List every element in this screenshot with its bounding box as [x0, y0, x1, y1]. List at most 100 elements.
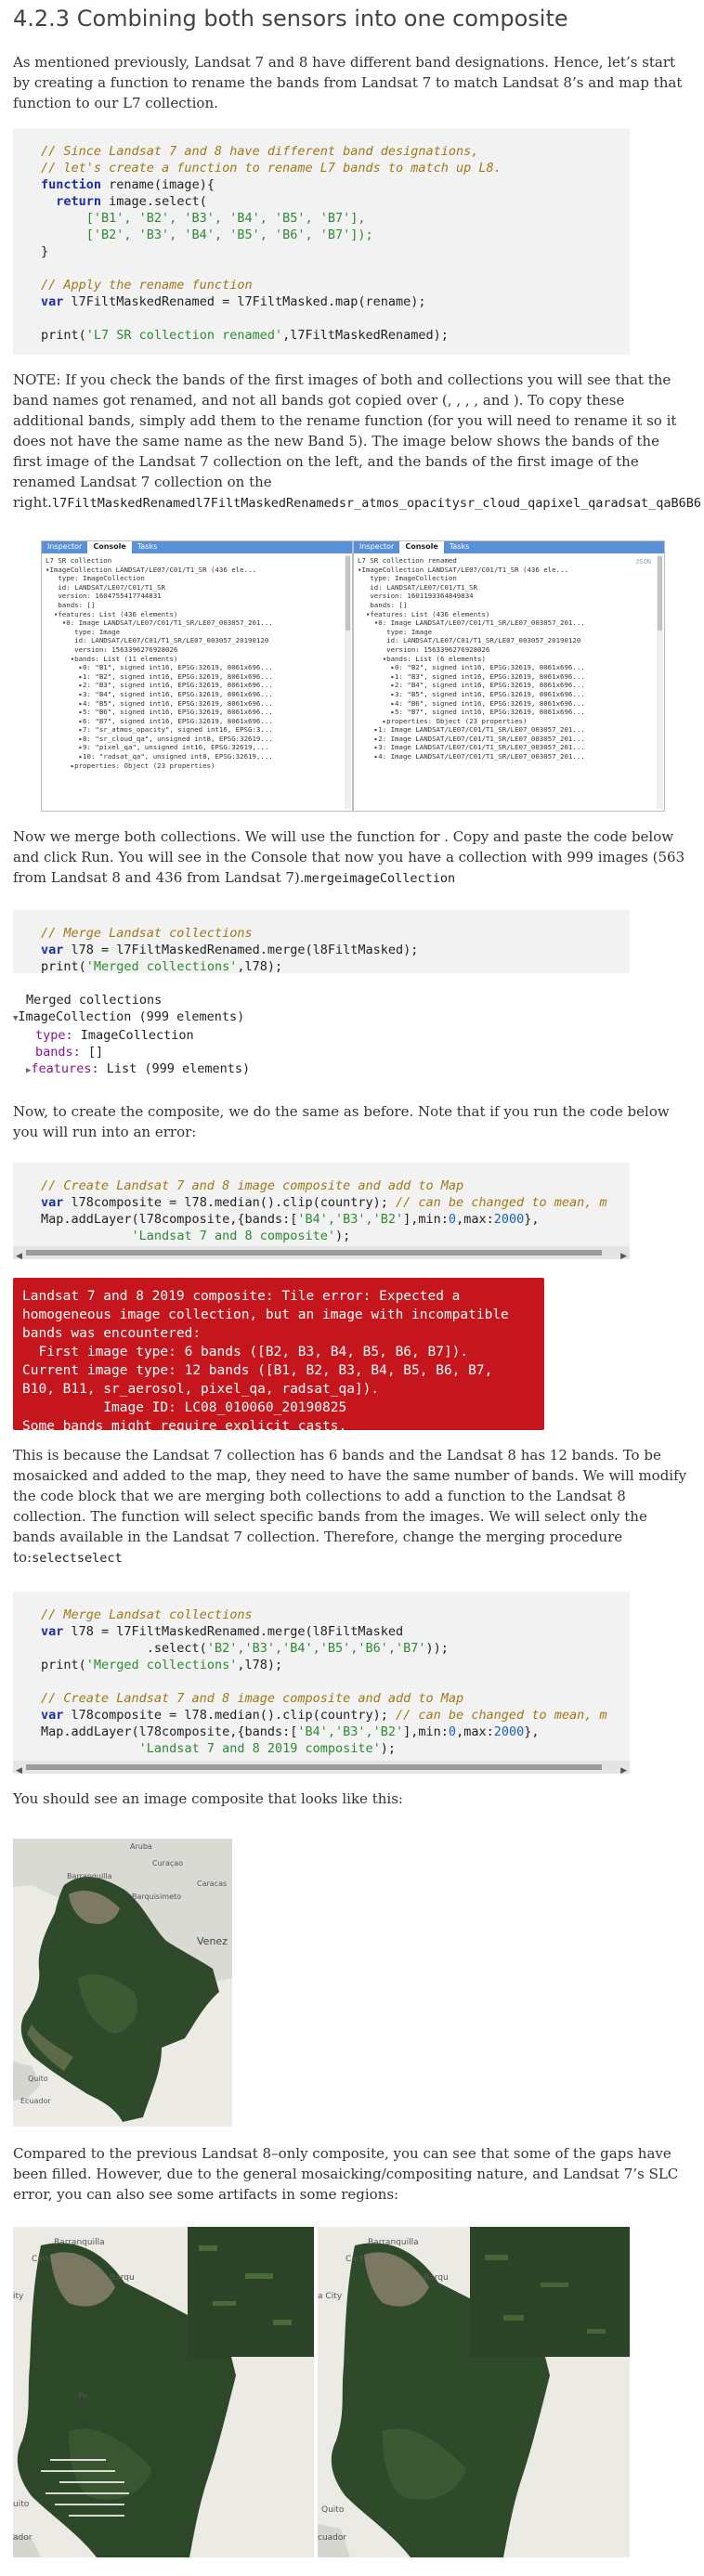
- console-row[interactable]: ▶features: List (999 elements): [13, 1060, 628, 1079]
- code-text: Map.addLayer(l78composite,{bands:[: [41, 1724, 298, 1739]
- console-line: ▸2: "B3", signed int16, EPSG:32619, 8061…: [46, 681, 273, 690]
- horizontal-scrollbar[interactable]: ◀ ▶: [13, 1246, 630, 1259]
- panel-tabs: Inspector Console Tasks: [354, 541, 664, 553]
- map-label: Quito: [321, 2505, 345, 2515]
- map-label: Pe: [78, 2392, 88, 2401]
- code-block-rename[interactable]: // Since Landsat 7 and 8 have different …: [13, 128, 630, 355]
- code-text: l78 = l7FiltMaskedRenamed.merge(l8FiltMa…: [63, 1624, 404, 1639]
- paragraph-explanation: This is because the Landsat 7 collection…: [13, 1445, 691, 1568]
- code-text: },: [524, 1724, 540, 1739]
- code-keyword: var: [41, 1708, 64, 1723]
- code-string: 'Landsat 7 and 8 composite': [131, 1229, 335, 1243]
- json-link[interactable]: JSON: [635, 558, 651, 567]
- scrollbar[interactable]: [345, 554, 351, 809]
- code-comment: // Merge Landsat collections: [41, 1607, 253, 1622]
- tab-inspector[interactable]: Inspector: [42, 541, 87, 553]
- console-line: ▾ImageCollection LANDSAT/LE07/C01/T1_SR …: [46, 565, 256, 574]
- code-block-merge[interactable]: // Merge Landsat collections var l78 = l…: [13, 910, 630, 973]
- code-comment: // Create Landsat 7 and 8 image composit…: [41, 1178, 464, 1193]
- console-line: ▾features: List (436 elements): [358, 609, 490, 618]
- console-line: id: LANDSAT/LE07/C01/T1_SR: [46, 582, 166, 592]
- code-text: ],min:: [403, 1212, 449, 1227]
- scrollbar-thumb[interactable]: [345, 556, 350, 631]
- code-string: 'L7 SR collection renamed': [85, 328, 283, 343]
- console-line: ▸10: "radsat_qa", unsigned int8, EPSG:32…: [46, 752, 273, 761]
- console-line: ▸0: "B2", signed int16, EPSG:32619, 8061…: [358, 663, 585, 672]
- console-line: ▸4: "B6", signed int16, EPSG:32619, 8061…: [358, 698, 585, 708]
- tab-tasks[interactable]: Tasks: [132, 541, 163, 553]
- console-line: ▸8: "sr_cloud_qa", unsigned int8, EPSG:3…: [46, 734, 273, 743]
- code-text: l78composite = l78.median().clip(country…: [63, 1708, 397, 1723]
- map-label: Barranquilla: [368, 2238, 419, 2247]
- console-line: ▾bands: List (11 elements): [46, 654, 178, 663]
- console-line: version: 1604755417744831: [46, 592, 162, 601]
- console-line: ▸0: "B1", signed int16, EPSG:32619, 8061…: [46, 663, 273, 672]
- console-row: bands: []: [13, 1044, 628, 1060]
- console-line: ▸1: Image LANDSAT/LE07/C01/T1_SR/LE07_00…: [358, 725, 585, 735]
- code-text: l78composite = l78.median().clip(country…: [63, 1195, 397, 1210]
- code-block-merge-select[interactable]: // Merge Landsat collections var l78 = l…: [13, 1592, 630, 1774]
- panel-tabs: Inspector Console Tasks: [42, 541, 352, 553]
- code-keyword: var: [41, 943, 64, 957]
- tab-console[interactable]: Console: [87, 541, 132, 553]
- console-line: bands: []: [358, 600, 408, 609]
- console-line: ▸6: "B7", signed int16, EPSG:32619, 8061…: [46, 716, 273, 725]
- code-text: ,l78);: [237, 1658, 283, 1672]
- console-row: type: ImageCollection: [13, 1027, 628, 1044]
- tab-tasks[interactable]: Tasks: [444, 541, 475, 553]
- code-string: 'B4','B3','B2': [297, 1212, 404, 1227]
- console-line: version: 1601193364849834: [358, 592, 474, 601]
- console-line: ▸4: Image LANDSAT/LE07/C01/T1_SR/LE07_00…: [358, 752, 585, 761]
- paragraph-result: You should see an image composite that l…: [13, 1790, 403, 1807]
- paragraph-comparison: Compared to the previous Landsat 8–only …: [13, 2145, 679, 2203]
- code-string-list: ['B1', 'B2', 'B3', 'B4', 'B5', 'B7'],: [41, 211, 366, 226]
- console-line: L7 SR collection renamed: [358, 556, 457, 565]
- code-string-list: ['B2', 'B3', 'B4', 'B5', 'B6', 'B7']);: [41, 228, 373, 242]
- console-line: ▸3: Image LANDSAT/LE07/C01/T1_SR/LE07_00…: [358, 743, 585, 752]
- code-string: 'Landsat 7 and 8 2019 composite': [138, 1741, 381, 1756]
- paragraph-note: NOTE: If you check the bands of the firs…: [13, 370, 701, 514]
- code-string: 'B4','B3','B2': [297, 1724, 404, 1739]
- scrollbar[interactable]: [657, 554, 663, 809]
- console-value: ImageCollection: [72, 1028, 194, 1043]
- tab-inspector[interactable]: Inspector: [354, 541, 399, 553]
- scrollbar-thumb[interactable]: [26, 1764, 602, 1770]
- console-merged-output: Merged collections ▼ImageCollection (999…: [13, 992, 628, 1094]
- console-line: type: ImageCollection: [358, 574, 457, 583]
- console-line: bands: []: [46, 600, 96, 609]
- code-text: rename(image){: [101, 177, 215, 192]
- scrollbar-thumb[interactable]: [26, 1250, 602, 1255]
- tab-console[interactable]: Console: [399, 541, 444, 553]
- console-line: ▾0: Image LANDSAT/LE07/C01/T1_SR/LE07_00…: [358, 618, 585, 628]
- tile-error-message: Landsat 7 and 8 2019 composite: Tile err…: [13, 1278, 544, 1430]
- map-label: Barqu: [424, 2273, 449, 2283]
- map-label: ador: [13, 2533, 33, 2543]
- console-line: ▸9: "pixel_qa", unsigned int16, EPSG:326…: [46, 743, 269, 752]
- map-label: Barqu: [110, 2273, 135, 2283]
- code-text: ,max:: [456, 1724, 494, 1739]
- scroll-left-icon[interactable]: ◀: [16, 1248, 22, 1259]
- console-row[interactable]: ▼ImageCollection (999 elements): [13, 1008, 628, 1027]
- scroll-left-icon[interactable]: ◀: [16, 1763, 22, 1774]
- scroll-right-icon[interactable]: ▶: [620, 1248, 627, 1259]
- code-keyword: var: [41, 1195, 64, 1210]
- map-label: ity: [13, 2292, 24, 2301]
- console-value: List (999 elements): [98, 1061, 251, 1076]
- console-line: ▸2: "B4", signed int16, EPSG:32619, 8061…: [358, 681, 585, 690]
- merge-inline-code: mergeimageCollection: [304, 871, 456, 886]
- code-string: 'B2','B3','B4','B5','B6','B7': [206, 1641, 426, 1656]
- code-number: 2000: [493, 1212, 525, 1227]
- paragraph-composite: Now, to create the composite, we do the …: [13, 1103, 670, 1140]
- code-text: l78 = l7FiltMaskedRenamed.merge(l8FiltMa…: [63, 943, 419, 957]
- code-text: ,l78);: [237, 959, 283, 973]
- code-comment: // Apply the rename function: [41, 278, 253, 293]
- code-keyword: var: [41, 1624, 64, 1639]
- horizontal-scrollbar[interactable]: ◀ ▶: [13, 1761, 630, 1774]
- code-text: },: [524, 1212, 540, 1227]
- scroll-right-icon[interactable]: ▶: [620, 1763, 627, 1774]
- explanation-inline-code: selectselect: [32, 1551, 123, 1566]
- scrollbar-thumb[interactable]: [658, 556, 662, 631]
- code-text: Map.addLayer(l78composite,{bands:[: [41, 1212, 298, 1227]
- artifacts-map-right: Barranquilla Cart Barqu a City Quito cua…: [318, 2227, 630, 2557]
- code-block-composite[interactable]: // Create Landsat 7 and 8 image composit…: [13, 1163, 630, 1259]
